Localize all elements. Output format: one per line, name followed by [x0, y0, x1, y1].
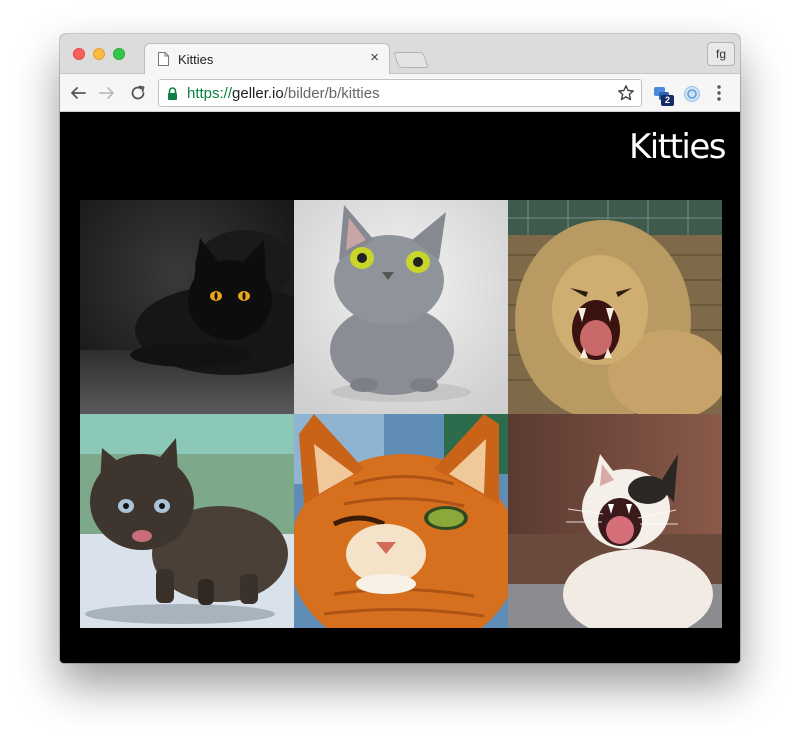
- new-tab-button[interactable]: [393, 52, 429, 68]
- roaring-lion-image[interactable]: [508, 200, 722, 414]
- url-path: /bilder/b/kitties: [283, 85, 380, 102]
- page-content: Kitties: [60, 113, 740, 663]
- lock-icon: [168, 87, 177, 100]
- back-arrow-icon[interactable]: [69, 84, 87, 102]
- sync-extension-icon[interactable]: [682, 84, 702, 104]
- url-host: geller.io: [232, 85, 284, 102]
- profile-button[interactable]: fg: [707, 42, 735, 66]
- forward-arrow-icon[interactable]: [98, 84, 116, 102]
- menu-icon[interactable]: [716, 84, 722, 102]
- tab-strip: Kitties × fg: [60, 34, 740, 75]
- winking-ginger-cat-image[interactable]: [294, 414, 508, 628]
- gray-cat-image[interactable]: [294, 200, 508, 414]
- toolbar: https://geller.io/bilder/b/kitties 2: [60, 74, 740, 112]
- window-maximize-button[interactable]: [113, 48, 125, 60]
- browser-window: Kitties × fg https://geller.io/bilder/b/…: [60, 34, 740, 663]
- tab-close-icon[interactable]: ×: [370, 50, 379, 66]
- reload-icon[interactable]: [129, 84, 147, 102]
- window-minimize-button[interactable]: [93, 48, 105, 60]
- url-text: https://geller.io/bilder/b/kitties: [187, 85, 380, 102]
- tab-kitties[interactable]: Kitties ×: [144, 43, 390, 75]
- black-cat-image[interactable]: [80, 200, 294, 414]
- document-icon: [158, 52, 169, 66]
- url-scheme: https://: [187, 85, 233, 102]
- star-icon[interactable]: [617, 84, 635, 102]
- yawning-white-cat-image[interactable]: [508, 414, 722, 628]
- address-bar[interactable]: https://geller.io/bilder/b/kitties: [158, 79, 642, 107]
- fluffy-kitten-image[interactable]: [80, 414, 294, 628]
- window-close-button[interactable]: [73, 48, 85, 60]
- tab-title: Kitties: [178, 52, 214, 67]
- page-title: Kitties: [629, 127, 726, 167]
- extension-badge: 2: [661, 95, 674, 106]
- image-gallery: [80, 200, 722, 628]
